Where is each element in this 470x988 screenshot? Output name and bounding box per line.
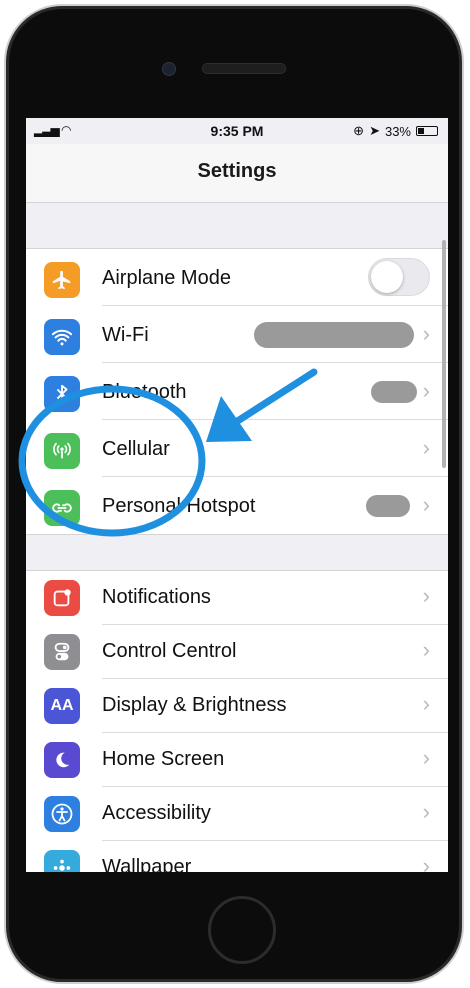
settings-row-airplane-mode[interactable]: Airplane Mode <box>26 249 448 306</box>
settings-row-label: Cellular <box>102 438 170 460</box>
settings-group-general: Notifications › Control Centrol › AA Dis… <box>26 570 448 872</box>
chevron-right-icon: › <box>422 691 430 716</box>
chevron-right-icon: › <box>422 637 430 662</box>
settings-row-label: Airplane Mode <box>102 267 231 289</box>
battery-percent: 33% <box>384 123 411 139</box>
settings-row-control-centre[interactable]: Control Centrol › <box>26 625 448 679</box>
settings-row-label: Home Screen <box>102 748 225 770</box>
settings-row-label: Display & Brightness <box>102 694 287 716</box>
location-icon: ➤ <box>369 123 380 138</box>
notifications-icon <box>44 580 80 616</box>
status-bar: ▂▃▅ ◠ 9:35 PM ⊕ ➤ 33% <box>26 118 448 144</box>
toggle-knob <box>371 261 403 293</box>
display-brightness-icon: AA <box>44 688 80 724</box>
settings-row-accessibility[interactable]: Accessibility › <box>26 787 448 841</box>
chevron-right-icon: › <box>422 853 430 872</box>
settings-row-label: Accessibility <box>102 802 211 824</box>
wallpaper-icon <box>44 850 80 872</box>
control-centre-icon <box>44 634 80 670</box>
settings-row-home-screen[interactable]: Home Screen › <box>26 733 448 787</box>
settings-row-label: Control Centrol <box>102 640 237 662</box>
accessibility-icon <box>44 796 80 832</box>
redacted-value <box>371 381 417 403</box>
orientation-lock-icon: ⊕ <box>353 123 365 138</box>
page-title: Settings <box>197 160 277 182</box>
wifi-icon <box>44 319 80 355</box>
hotspot-link-icon <box>44 490 80 526</box>
chevron-right-icon: › <box>422 799 430 824</box>
redacted-value <box>366 495 410 517</box>
chevron-right-icon: › <box>422 435 430 460</box>
chevron-right-icon: › <box>422 378 430 403</box>
chevron-right-icon: › <box>422 745 430 770</box>
bluetooth-icon <box>44 376 80 412</box>
scroll-indicator[interactable] <box>442 240 446 468</box>
settings-group-connectivity: Airplane Mode Wi-Fi › Bluetooth › Cellul… <box>26 248 448 535</box>
settings-row-label: Wi-Fi <box>102 324 149 346</box>
screen: ▂▃▅ ◠ 9:35 PM ⊕ ➤ 33% Settings Airplane … <box>26 118 448 872</box>
earpiece-speaker <box>202 63 286 74</box>
settings-row-label: Personal Hotspot <box>102 495 256 517</box>
front-camera <box>162 62 176 76</box>
redacted-value <box>254 322 414 348</box>
settings-row-notifications[interactable]: Notifications › <box>26 571 448 625</box>
settings-row-label: Bluetooth <box>102 381 187 403</box>
settings-row-display-brightness[interactable]: AA Display & Brightness › <box>26 679 448 733</box>
chevron-right-icon: › <box>422 492 430 517</box>
settings-row-cellular[interactable]: Cellular › <box>26 420 448 477</box>
home-button[interactable] <box>208 896 276 964</box>
chevron-right-icon: › <box>422 321 430 346</box>
settings-row-label: Wallpaper <box>102 856 192 872</box>
settings-row-bluetooth[interactable]: Bluetooth › <box>26 363 448 420</box>
settings-row-personal-hotspot[interactable]: Personal Hotspot › <box>26 477 448 534</box>
settings-row-wifi[interactable]: Wi-Fi › <box>26 306 448 363</box>
cellular-antenna-icon <box>44 433 80 469</box>
airplane-icon <box>44 262 80 298</box>
navigation-bar: Settings <box>26 144 448 203</box>
chevron-right-icon: › <box>422 583 430 608</box>
battery-icon <box>416 126 438 136</box>
settings-row-label: Notifications <box>102 586 211 608</box>
home-screen-icon <box>44 742 80 778</box>
settings-row-wallpaper[interactable]: Wallpaper › <box>26 841 448 872</box>
airplane-mode-toggle[interactable] <box>368 258 430 296</box>
